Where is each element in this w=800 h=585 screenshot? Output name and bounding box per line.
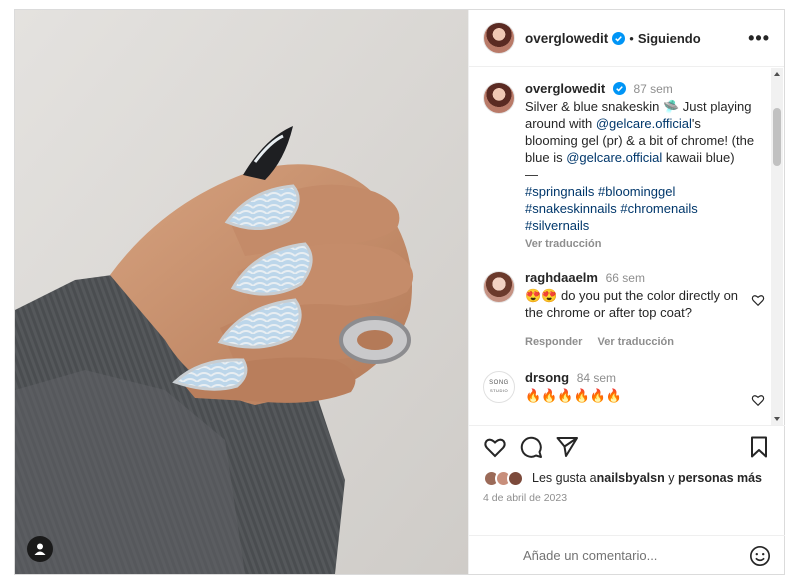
- avatar-subtext: STUDIO: [489, 388, 509, 393]
- separator: •: [629, 30, 634, 46]
- avatar[interactable]: [483, 82, 515, 114]
- post-actions: Les gusta a nailsbyalsn y personas más 4…: [469, 425, 785, 504]
- verified-icon: [612, 31, 626, 45]
- reply-button[interactable]: Responder: [525, 336, 582, 348]
- save-icon[interactable]: [747, 435, 771, 459]
- likes-middle: y: [664, 471, 678, 485]
- mention-link[interactable]: @gelcare.official: [566, 150, 662, 165]
- comment-text: 🔥🔥🔥🔥🔥🔥: [525, 388, 623, 403]
- more-options-icon[interactable]: •••: [748, 28, 770, 49]
- liker-username[interactable]: nailsbyalsn: [597, 471, 665, 485]
- emoji-icon[interactable]: [749, 545, 771, 567]
- comment-time[interactable]: 84 sem: [577, 371, 616, 385]
- post-header: overglowedit • Siguiendo •••: [469, 10, 784, 67]
- comment-item: SONG STUDIO drsong 84 sem 🔥🔥🔥🔥🔥🔥: [469, 351, 785, 407]
- like-comment-icon[interactable]: [751, 293, 765, 307]
- following-button[interactable]: Siguiendo: [638, 31, 701, 46]
- scrollbar[interactable]: [771, 68, 783, 425]
- comments-list[interactable]: overglowedit 87 sem Silver & blue snakes…: [469, 68, 785, 425]
- nails-photo: [15, 10, 468, 574]
- tag-user-icon[interactable]: [27, 536, 53, 562]
- see-translation-link[interactable]: Ver traducción: [598, 336, 674, 348]
- like-icon[interactable]: [483, 435, 507, 459]
- likes-summary[interactable]: Les gusta a nailsbyalsn y personas más: [469, 468, 785, 488]
- hashtag-link[interactable]: #bloominggel: [598, 184, 675, 199]
- header-username[interactable]: overglowedit: [525, 31, 608, 46]
- caption: overglowedit 87 sem Silver & blue snakes…: [469, 68, 785, 253]
- comment-username[interactable]: raghdaaelm: [525, 270, 598, 285]
- mention-link[interactable]: @gelcare.official: [596, 116, 692, 131]
- caption-text: kawaii blue): [662, 150, 735, 165]
- liker-avatars: [483, 469, 524, 487]
- comment-username[interactable]: drsong: [525, 370, 569, 385]
- scroll-thumb[interactable]: [773, 108, 781, 166]
- share-icon[interactable]: [555, 435, 579, 459]
- post-date[interactable]: 4 de abril de 2023: [469, 488, 785, 504]
- comment-input[interactable]: [523, 548, 749, 563]
- caption-username[interactable]: overglowedit: [525, 81, 605, 96]
- avatar[interactable]: [483, 271, 515, 303]
- hashtag-link[interactable]: #snakeskinnails: [525, 201, 617, 216]
- post-modal: overglowedit • Siguiendo ••• overglowedi…: [14, 9, 785, 575]
- add-comment-bar: [469, 535, 785, 575]
- caption-time[interactable]: 87 sem: [633, 82, 672, 96]
- likes-prefix: Les gusta a: [532, 471, 597, 485]
- comment-time[interactable]: 66 sem: [606, 271, 645, 285]
- scroll-down-arrow[interactable]: [774, 417, 780, 421]
- post-image[interactable]: [15, 10, 468, 574]
- comment-icon[interactable]: [519, 435, 543, 459]
- like-comment-icon[interactable]: [751, 393, 765, 407]
- comment-text: 😍😍 do you put the color directly on the …: [525, 288, 739, 320]
- likes-others[interactable]: personas más: [678, 471, 762, 485]
- see-translation-link[interactable]: Ver traducción: [525, 236, 757, 253]
- hashtag-link[interactable]: #chromenails: [620, 201, 697, 216]
- hashtag-link[interactable]: #silvernails: [525, 218, 589, 233]
- avatar[interactable]: [483, 22, 515, 54]
- post-side-panel: overglowedit • Siguiendo ••• overglowedi…: [468, 10, 785, 575]
- avatar-text: SONG: [489, 380, 509, 386]
- caption-dash: —: [525, 167, 538, 182]
- comment-item: raghdaaelm 66 sem 😍😍 do you put the colo…: [469, 253, 785, 351]
- hashtag-link[interactable]: #springnails: [525, 184, 594, 199]
- verified-icon: [612, 82, 626, 95]
- avatar[interactable]: SONG STUDIO: [483, 371, 515, 403]
- scroll-up-arrow[interactable]: [774, 72, 780, 76]
